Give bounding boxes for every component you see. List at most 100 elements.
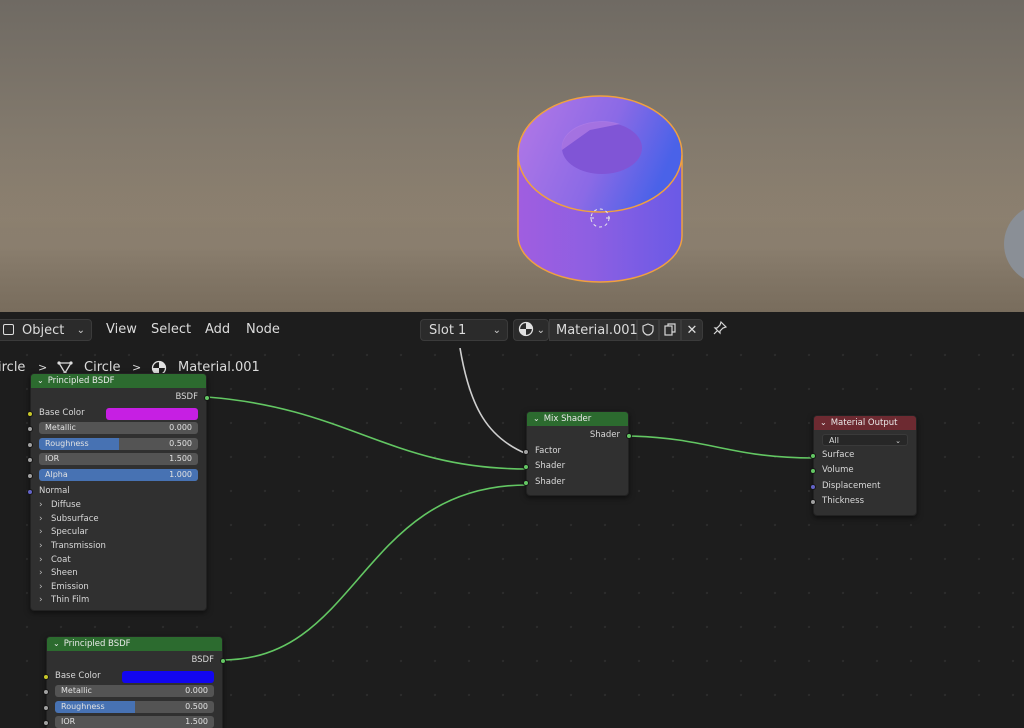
ior-socket[interactable] [27,457,33,464]
principled-bsdf-node-2[interactable]: ⌄ Principled BSDF BSDF Base Color Metalli… [43,636,226,728]
node-header[interactable]: ⌄ Mix Shader [527,412,628,426]
bsdf-output-socket[interactable] [204,395,210,401]
factor-socket[interactable] [523,448,529,455]
node-title: Mix Shader [543,414,592,424]
bsdf-output-socket[interactable] [220,658,226,664]
volume-socket[interactable] [810,468,816,475]
material-browse-button[interactable]: ⌄ [513,319,549,341]
roughness-socket[interactable] [27,441,33,448]
collapse-chevron-icon[interactable]: ⌄ [53,639,60,648]
shader-output-socket[interactable] [626,433,632,439]
volume-label: Volume [822,465,854,476]
chevron-down-icon: ⌄ [895,437,901,445]
3d-viewport[interactable] [0,0,1024,312]
material-sphere-icon [518,321,534,337]
collapse-chevron-icon[interactable]: ⌄ [533,414,540,423]
cylinder-object[interactable] [517,95,683,283]
collapse-chevron-icon[interactable]: ⌄ [37,376,44,385]
metallic-row: Metallic 0.000 [43,684,222,700]
ior-slider[interactable]: IOR 1.500 [55,716,214,728]
normal-socket[interactable] [27,488,33,495]
unlink-material-button[interactable]: ✕ [681,319,703,341]
sphere-object[interactable] [1004,204,1024,284]
base-color-label: Base Color [55,670,101,681]
displacement-socket[interactable] [810,483,816,490]
node-header[interactable]: ⌄ Principled BSDF [47,637,222,651]
shader-b-socket[interactable] [523,479,529,486]
shader-b-row: Shader [523,475,628,491]
chevron-right-icon: › [39,500,43,511]
roughness-socket[interactable] [43,704,49,711]
roughness-slider[interactable]: Roughness 0.500 [55,700,214,713]
panel-specular[interactable]: › Specular [31,526,206,540]
bsdf-output-row: BSDF [47,653,226,669]
factor-label: Factor [535,445,562,456]
node-header[interactable]: ⌄ Principled BSDF [31,374,206,388]
mode-dropdown[interactable]: Object ⌄ [0,319,92,341]
metallic-slider[interactable]: Metallic 0.000 [39,422,198,435]
bsdf1-to-shader-link [206,396,528,470]
mix-shader-node[interactable]: ⌄ Mix Shader Shader Factor Shader Shader [523,411,632,496]
principled-bsdf-node-1[interactable]: ⌄ Principled BSDF BSDF Base Color Metalli… [27,373,210,611]
metallic-socket[interactable] [27,426,33,433]
chevron-down-icon: ⌄ [536,325,545,336]
pin-button[interactable] [710,319,730,341]
shader-output-label: Shader [589,430,620,440]
panel-emission[interactable]: › Emission [31,581,206,595]
shader-b-label: Shader [535,476,566,487]
slot-label: Slot 1 [429,323,467,338]
ior-row: IOR 1.500 [43,715,222,728]
base-color-swatch[interactable] [122,670,214,683]
mix-to-output-link [628,435,815,459]
panel-diffuse[interactable]: › Diffuse [31,499,206,513]
metallic-socket[interactable] [43,689,49,696]
base-color-row: Base Color [43,669,222,685]
duplicate-material-button[interactable] [659,319,681,341]
surface-socket[interactable] [810,452,816,459]
material-name-field[interactable]: Material.001 [549,319,638,341]
metallic-row: Metallic 0.000 [27,421,206,437]
panel-thin-film[interactable]: › Thin Film [31,594,206,608]
bsdf2-to-shader-link [222,484,528,661]
thickness-socket[interactable] [810,499,816,506]
base-color-socket[interactable] [43,673,49,680]
ior-slider[interactable]: IOR 1.500 [39,453,198,466]
breadcrumb-object[interactable]: ircle [0,356,25,380]
panel-subsurface[interactable]: › Subsurface [31,513,206,527]
menu-node[interactable]: Node [242,319,284,341]
base-color-swatch[interactable] [106,407,198,420]
panel-sheen[interactable]: › Sheen [31,567,206,581]
metallic-slider[interactable]: Metallic 0.000 [55,685,214,698]
chevron-right-icon: › [39,581,43,592]
node-editor-canvas[interactable]: ircle > Circle > Material.001 ⌄ Principle… [0,348,1024,728]
ior-socket[interactable] [43,720,49,727]
alpha-slider[interactable]: Alpha 1.000 [39,468,198,481]
viewport-scene [517,95,1024,284]
shield-icon [642,323,654,336]
thickness-label: Thickness [822,496,865,507]
chevron-down-icon: ⌄ [492,325,501,336]
thickness-row: Thickness [810,494,916,510]
panel-coat[interactable]: › Coat [31,554,206,568]
roughness-slider[interactable]: Roughness 0.500 [39,437,198,450]
menu-view[interactable]: View [102,319,141,341]
alpha-socket[interactable] [27,472,33,479]
menu-select[interactable]: Select [147,319,195,341]
slot-dropdown[interactable]: Slot 1 ⌄ [420,319,508,341]
panel-transmission[interactable]: › Transmission [31,540,206,554]
menu-add[interactable]: Add [201,319,234,341]
displacement-row: Displacement [810,479,916,495]
displacement-label: Displacement [822,480,881,491]
surface-label: Surface [822,449,855,460]
base-color-label: Base Color [39,407,85,418]
target-dropdown[interactable]: All ⌄ [822,434,908,446]
node-title: Material Output [830,418,898,428]
material-output-node[interactable]: ⌄ Material Output All ⌄ Surface Volume Di… [810,415,917,516]
normal-label: Normal [39,485,70,496]
mode-label: Object [22,323,65,338]
base-color-socket[interactable] [27,410,33,417]
collapse-chevron-icon[interactable]: ⌄ [820,418,827,427]
fake-user-button[interactable] [637,319,659,341]
node-header[interactable]: ⌄ Material Output [814,416,916,430]
shader-a-socket[interactable] [523,464,529,471]
